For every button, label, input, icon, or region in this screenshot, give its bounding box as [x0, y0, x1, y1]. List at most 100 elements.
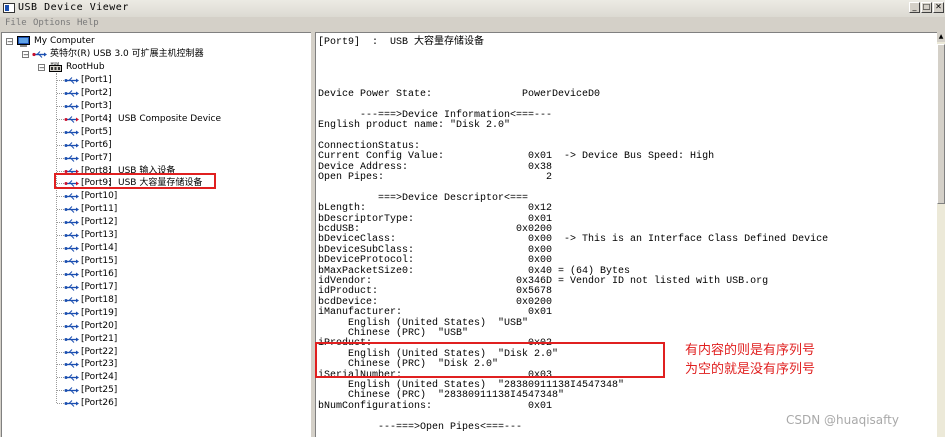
port-label: [Port12] — [81, 217, 118, 227]
tree-guide-branch — [57, 80, 64, 81]
vertical-scrollbar[interactable]: ▲ — [937, 32, 945, 437]
tree-guide-branch — [57, 171, 64, 172]
tree-guide-branch — [57, 261, 64, 262]
tree-node-port[interactable]: [Port3] — [2, 100, 302, 113]
tree-node-port[interactable]: [Port23] — [2, 358, 302, 371]
tree-node-port[interactable]: [Port26] — [2, 397, 302, 410]
details-line: Chinese (PRC) "28380911138I4547348" — [318, 390, 565, 401]
minimize-button[interactable]: _ — [909, 2, 920, 13]
watermark: CSDN @huaqisafty — [786, 413, 899, 427]
usb-port-icon — [64, 310, 79, 317]
tree-guide-branch — [57, 364, 64, 365]
usb-port-icon — [64, 284, 79, 291]
usb-port-icon — [64, 387, 79, 394]
usb-port-icon — [64, 232, 79, 239]
port-device-name: USB Composite Device — [118, 114, 222, 124]
tree-node-roothub[interactable]: − HUB RootHub — [2, 61, 302, 74]
tree-node-controller[interactable]: − 英特尔(R) USB 3.0 可扩展主机控制器 — [2, 48, 302, 61]
tree-node-port[interactable]: [Port25] — [2, 384, 302, 397]
port-label: [Port6] — [81, 140, 112, 150]
menu-file[interactable]: File — [5, 18, 27, 28]
tree-node-port[interactable]: [Port6] — [2, 139, 302, 152]
tree-node-port[interactable]: [Port14] — [2, 242, 302, 255]
port-label: [Port14] — [81, 243, 118, 253]
tree-guide-branch — [57, 145, 64, 146]
tree-node-port[interactable]: [Port17] — [2, 281, 302, 294]
collapse-toggle[interactable]: − — [22, 51, 29, 59]
tree-guide-branch — [57, 119, 64, 120]
tree-node-port[interactable]: [Port20] — [2, 320, 302, 333]
menu-bar: File Options Help — [0, 17, 945, 31]
usb-port-icon — [64, 129, 79, 136]
computer-icon — [17, 36, 30, 47]
tree-node-port[interactable]: [Port11] — [2, 203, 302, 216]
tree-node-port[interactable]: [Port21] — [2, 333, 302, 346]
port-label: [Port24] — [81, 372, 118, 382]
tree-node-my-computer[interactable]: − My Computer — [2, 35, 302, 48]
usb-port-icon — [64, 271, 79, 278]
usb-port-icon — [64, 245, 79, 252]
usb-port-icon — [64, 374, 79, 381]
details-line: ---===>Open Pipes<===--- — [318, 422, 523, 433]
tree-guide-branch — [57, 248, 64, 249]
usb-icon — [32, 51, 47, 58]
details-line: iManufacturer: 0x01 — [318, 307, 553, 318]
tree-node-label: My Computer — [34, 36, 95, 46]
tree-guide-branch — [57, 377, 64, 378]
tree-node-label: RootHub — [66, 62, 105, 72]
usb-port-icon — [64, 297, 79, 304]
tree-guide-branch — [57, 287, 64, 288]
collapse-toggle[interactable]: − — [6, 38, 13, 46]
usb-port-icon — [64, 142, 79, 149]
device-tree-pane[interactable]: − My Computer − 英特尔(R) USB 3.0 可扩展主机控制器 … — [1, 32, 311, 437]
tree-guide-branch — [57, 403, 64, 404]
usb-port-icon — [64, 103, 79, 110]
close-button[interactable]: ✕ — [933, 2, 944, 13]
usb-port-icon — [64, 219, 79, 226]
tree-node-port[interactable]: [Port15] — [2, 255, 302, 268]
port-label: [Port7] — [81, 153, 112, 163]
tree-guide-branch — [57, 352, 64, 353]
tree-node-port[interactable]: [Port5] — [2, 126, 302, 139]
tree-node-port[interactable]: [Port10] — [2, 190, 302, 203]
tree-guide-branch — [57, 326, 64, 327]
tree-node-port[interactable]: [Port12] — [2, 216, 302, 229]
details-line: idProduct: 0x5678 — [318, 286, 553, 297]
tree-node-port[interactable]: [Port24] — [2, 371, 302, 384]
tree-guide-branch — [57, 209, 64, 210]
collapse-toggle[interactable]: − — [38, 64, 45, 72]
port-label: [Port11] — [81, 204, 118, 214]
tree-guide-branch — [57, 106, 64, 107]
maximize-button[interactable]: □ — [921, 2, 932, 13]
menu-options[interactable]: Options — [33, 18, 71, 28]
menu-help[interactable]: Help — [77, 18, 99, 28]
port-label: [Port15] — [81, 256, 118, 266]
tree-node-port[interactable]: [Port2] — [2, 87, 302, 100]
annotation-line-2: 为空的就是没有序列号 — [685, 362, 816, 377]
port-label: [Port10] — [81, 191, 118, 201]
usb-port-icon — [64, 400, 79, 407]
tree-node-port[interactable]: [Port4] USB Composite Device: — [2, 113, 302, 126]
tree-node-port[interactable]: [Port13] — [2, 229, 302, 242]
details-line: Device Power State: PowerDeviceD0 — [318, 89, 601, 100]
details-line: English product name: "Disk 2.0" — [318, 120, 511, 131]
usb-port-icon — [64, 90, 79, 97]
tree-guide-branch — [57, 300, 64, 301]
tree-node-port[interactable]: [Port7] — [2, 152, 302, 165]
port-label: [Port1] — [81, 75, 112, 85]
tree-node-port[interactable]: [Port16] — [2, 268, 302, 281]
port-label: [Port3] — [81, 101, 112, 111]
scroll-thumb[interactable] — [937, 44, 945, 204]
usb-port-icon — [64, 349, 79, 356]
scroll-up-arrow[interactable]: ▲ — [937, 32, 945, 42]
tree-node-port[interactable]: [Port19] — [2, 307, 302, 320]
tree-node-port[interactable]: [Port1] — [2, 74, 302, 87]
port-label: [Port19] — [81, 308, 118, 318]
usb-port-icon — [64, 361, 79, 368]
usb-port-icon — [64, 336, 79, 343]
tree-node-port[interactable]: [Port18] — [2, 294, 302, 307]
hub-icon: HUB — [49, 62, 62, 72]
port-label: [Port25] — [81, 385, 118, 395]
tree-guide-branch — [57, 235, 64, 236]
details-line: bNumConfigurations: 0x01 — [318, 401, 553, 412]
